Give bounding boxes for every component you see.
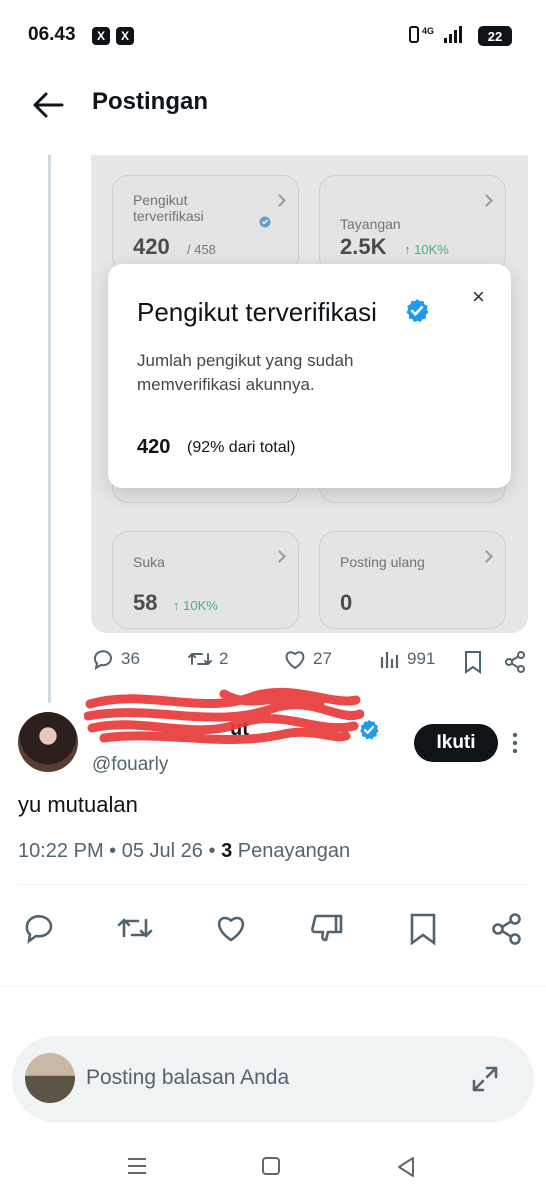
stat-card-impressions: Tayangan 2.5K ↑ 10K%	[319, 175, 506, 273]
stat-card-sub: / 458	[187, 242, 216, 257]
home-icon[interactable]	[262, 1157, 280, 1175]
back-arrow-icon[interactable]	[30, 88, 66, 122]
chevron-right-icon	[480, 194, 493, 207]
popup-description: Jumlah pengikut yang sudah memverifikasi…	[137, 351, 354, 394]
reply-icon[interactable]	[22, 912, 56, 944]
views-count: 991	[407, 649, 436, 668]
stat-card-delta: ↑ 10K%	[173, 598, 218, 613]
battery-indicator: 22	[478, 26, 512, 46]
like-button[interactable]: 27	[283, 648, 332, 670]
analytics-icon	[380, 652, 399, 668]
post-views-label: Penayangan	[237, 840, 351, 862]
x-app-notification-icon: X	[92, 27, 110, 45]
downvote-icon[interactable]	[310, 912, 346, 946]
thread-connector-line	[48, 155, 51, 703]
repost-icon[interactable]	[116, 912, 154, 944]
like-count: 27	[313, 649, 332, 668]
follow-button[interactable]: Ikuti	[414, 724, 498, 762]
verified-badge-icon	[259, 216, 271, 228]
share-icon[interactable]	[503, 650, 527, 674]
share-icon[interactable]	[490, 912, 524, 946]
stat-card-label: Pengikut terverifikasi	[133, 192, 204, 224]
stat-card-value: 420	[133, 234, 170, 259]
verified-followers-popup: Pengikut terverifikasi × Jumlah pengikut…	[108, 264, 511, 488]
divider	[18, 884, 528, 885]
verified-badge-icon	[406, 299, 429, 323]
post-timestamp: 10:22 PM • 05 Jul 26 • 3 Penayangan	[18, 840, 350, 863]
stat-card-likes: Suka 58 ↑ 10K%	[112, 531, 299, 629]
popup-percent: (92% dari total)	[187, 439, 296, 456]
stat-card-label: Posting ulang	[340, 554, 425, 570]
recent-apps-icon[interactable]	[126, 1156, 148, 1176]
chevron-right-icon	[273, 194, 286, 207]
reply-count: 36	[121, 649, 140, 668]
post-text: yu mutualan	[18, 792, 138, 817]
chevron-right-icon	[480, 550, 493, 563]
chevron-right-icon	[273, 550, 286, 563]
stat-card-value: 2.5K	[340, 234, 387, 259]
stat-card-verified-followers: Pengikut terverifikasi 420 / 458	[112, 175, 299, 273]
current-user-avatar	[25, 1053, 75, 1103]
x-app-notification-icon: X	[116, 27, 134, 45]
stat-card-reposts: Posting ulang 0	[319, 531, 506, 629]
stat-card-delta: ↑ 10K%	[404, 242, 449, 257]
popup-close-icon: ×	[472, 284, 485, 309]
views-button[interactable]: 991	[379, 648, 435, 670]
bookmark-icon[interactable]	[408, 912, 438, 946]
author-handle[interactable]: @fouarly	[92, 754, 168, 776]
author-avatar[interactable]	[18, 712, 78, 772]
status-bar: 06.43 X X 4G 22	[0, 0, 546, 70]
heart-icon[interactable]	[214, 912, 248, 944]
post-views-count: 3	[221, 840, 233, 862]
post-actions	[0, 912, 546, 952]
parent-post-actions: 36 2 27 991	[91, 648, 531, 676]
reply-button[interactable]: 36	[91, 648, 140, 670]
status-time: 06.43	[28, 24, 76, 45]
reply-icon	[93, 650, 112, 670]
network-type-label: 4G	[422, 26, 434, 36]
page-title: Postingan	[92, 88, 209, 115]
system-back-icon[interactable]	[396, 1156, 416, 1178]
meta-separator: •	[208, 840, 216, 862]
expand-icon[interactable]	[470, 1064, 500, 1094]
repost-button[interactable]: 2	[187, 648, 228, 670]
repost-icon	[188, 653, 212, 665]
stat-card-label: Tayangan	[340, 216, 401, 232]
meta-separator: •	[109, 840, 117, 862]
reply-input[interactable]: Posting balasan Anda	[86, 1066, 289, 1090]
post-date: 05 Jul 26	[121, 840, 203, 862]
repost-count: 2	[219, 649, 229, 668]
signal-icon: 4G	[409, 26, 462, 43]
stat-card-value: 0	[340, 590, 353, 615]
redaction-scribble	[84, 687, 364, 745]
divider	[0, 986, 546, 987]
popup-title: Pengikut terverifikasi	[137, 297, 377, 327]
more-options-icon[interactable]	[512, 732, 518, 754]
popup-count: 420	[137, 436, 171, 458]
post-time: 10:22 PM	[18, 840, 104, 862]
stat-card-label: Suka	[133, 554, 165, 570]
bookmark-icon[interactable]	[463, 650, 483, 674]
heart-icon	[285, 651, 305, 670]
stat-card-value: 58	[133, 590, 158, 615]
reply-composer[interactable]: Posting balasan Anda	[12, 1036, 534, 1122]
